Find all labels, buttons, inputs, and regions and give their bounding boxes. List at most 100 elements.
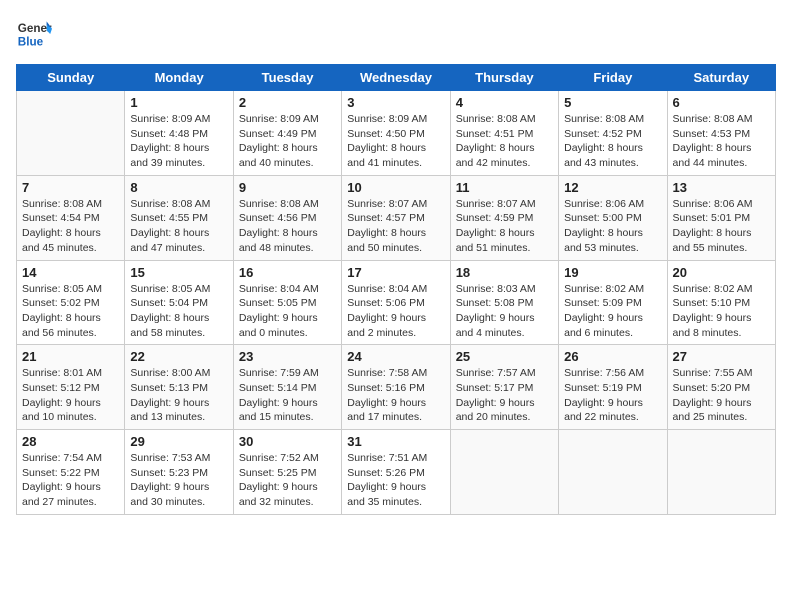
day-info: Sunrise: 7:58 AMSunset: 5:16 PMDaylight:… xyxy=(347,366,444,425)
day-number: 10 xyxy=(347,180,444,195)
header: General Blue xyxy=(16,16,776,52)
day-number: 3 xyxy=(347,95,444,110)
day-number: 15 xyxy=(130,265,227,280)
day-number: 29 xyxy=(130,434,227,449)
day-info: Sunrise: 8:05 AMSunset: 5:02 PMDaylight:… xyxy=(22,282,119,341)
calendar-day-cell: 3 Sunrise: 8:09 AMSunset: 4:50 PMDaylight… xyxy=(342,91,450,176)
day-info: Sunrise: 8:05 AMSunset: 5:04 PMDaylight:… xyxy=(130,282,227,341)
calendar-day-cell: 9Sunrise: 8:08 AMSunset: 4:56 PMDaylight… xyxy=(233,175,341,260)
day-number: 25 xyxy=(456,349,553,364)
day-info: Sunrise: 8:07 AMSunset: 4:57 PMDaylight:… xyxy=(347,197,444,256)
day-number: 30 xyxy=(239,434,336,449)
calendar-day-cell xyxy=(17,91,125,176)
day-number: 18 xyxy=(456,265,553,280)
day-info: Sunrise: 7:57 AMSunset: 5:17 PMDaylight:… xyxy=(456,366,553,425)
day-info: Sunrise: 8:04 AMSunset: 5:05 PMDaylight:… xyxy=(239,282,336,341)
calendar-header-row: SundayMondayTuesdayWednesdayThursdayFrid… xyxy=(17,65,776,91)
calendar-day-cell: 19 Sunrise: 8:02 AMSunset: 5:09 PMDayligh… xyxy=(559,260,667,345)
day-number: 16 xyxy=(239,265,336,280)
calendar-week-row: 7 Sunrise: 8:08 AMSunset: 4:54 PMDaylight… xyxy=(17,175,776,260)
calendar-day-cell: 18 Sunrise: 8:03 AMSunset: 5:08 PMDayligh… xyxy=(450,260,558,345)
day-info: Sunrise: 8:02 AMSunset: 5:09 PMDaylight:… xyxy=(564,282,661,341)
day-number: 1 xyxy=(130,95,227,110)
calendar-table: SundayMondayTuesdayWednesdayThursdayFrid… xyxy=(16,64,776,515)
day-info: Sunrise: 7:59 AMSunset: 5:14 PMDaylight:… xyxy=(239,366,336,425)
calendar-day-cell: 30 Sunrise: 7:52 AMSunset: 5:25 PMDayligh… xyxy=(233,430,341,515)
page-container: General Blue SundayMondayTuesdayWednesda… xyxy=(0,0,792,523)
day-info: Sunrise: 7:52 AMSunset: 5:25 PMDaylight:… xyxy=(239,451,336,510)
day-info: Sunrise: 8:02 AMSunset: 5:10 PMDaylight:… xyxy=(673,282,770,341)
day-number: 5 xyxy=(564,95,661,110)
calendar-day-cell: 17 Sunrise: 8:04 AMSunset: 5:06 PMDayligh… xyxy=(342,260,450,345)
calendar-day-cell: 24 Sunrise: 7:58 AMSunset: 5:16 PMDayligh… xyxy=(342,345,450,430)
day-info: Sunrise: 8:00 AMSunset: 5:13 PMDaylight:… xyxy=(130,366,227,425)
day-info: Sunrise: 8:08 AMSunset: 4:56 PMDaylight:… xyxy=(239,197,336,256)
day-number: 12 xyxy=(564,180,661,195)
calendar-day-cell: 11 Sunrise: 8:07 AMSunset: 4:59 PMDayligh… xyxy=(450,175,558,260)
calendar-day-cell: 5 Sunrise: 8:08 AMSunset: 4:52 PMDaylight… xyxy=(559,91,667,176)
day-info: Sunrise: 8:06 AMSunset: 5:00 PMDaylight:… xyxy=(564,197,661,256)
day-info: Sunrise: 7:54 AMSunset: 5:22 PMDaylight:… xyxy=(22,451,119,510)
day-number: 31 xyxy=(347,434,444,449)
calendar-day-cell: 15 Sunrise: 8:05 AMSunset: 5:04 PMDayligh… xyxy=(125,260,233,345)
day-number: 13 xyxy=(673,180,770,195)
day-number: 23 xyxy=(239,349,336,364)
day-info: Sunrise: 8:08 AMSunset: 4:51 PMDaylight:… xyxy=(456,112,553,171)
calendar-day-cell xyxy=(667,430,775,515)
calendar-day-cell: 8Sunrise: 8:08 AMSunset: 4:55 PMDaylight… xyxy=(125,175,233,260)
day-number: 19 xyxy=(564,265,661,280)
calendar-day-cell xyxy=(450,430,558,515)
day-number: 14 xyxy=(22,265,119,280)
calendar-day-cell: 23 Sunrise: 7:59 AMSunset: 5:14 PMDayligh… xyxy=(233,345,341,430)
day-info: Sunrise: 8:09 AMSunset: 4:50 PMDaylight:… xyxy=(347,112,444,171)
calendar-header-cell: Wednesday xyxy=(342,65,450,91)
calendar-day-cell: 12 Sunrise: 8:06 AMSunset: 5:00 PMDayligh… xyxy=(559,175,667,260)
day-info: Sunrise: 8:08 AMSunset: 4:53 PMDaylight:… xyxy=(673,112,770,171)
day-number: 8 xyxy=(130,180,227,195)
calendar-day-cell: 28Sunrise: 7:54 AMSunset: 5:22 PMDayligh… xyxy=(17,430,125,515)
calendar-day-cell: 20 Sunrise: 8:02 AMSunset: 5:10 PMDayligh… xyxy=(667,260,775,345)
calendar-header-cell: Thursday xyxy=(450,65,558,91)
calendar-week-row: 1 Sunrise: 8:09 AMSunset: 4:48 PMDaylight… xyxy=(17,91,776,176)
calendar-header-cell: Tuesday xyxy=(233,65,341,91)
calendar-day-cell: 4 Sunrise: 8:08 AMSunset: 4:51 PMDaylight… xyxy=(450,91,558,176)
day-info: Sunrise: 8:08 AMSunset: 4:54 PMDaylight:… xyxy=(22,197,119,256)
day-number: 17 xyxy=(347,265,444,280)
logo: General Blue xyxy=(16,16,56,52)
calendar-day-cell: 31 Sunrise: 7:51 AMSunset: 5:26 PMDayligh… xyxy=(342,430,450,515)
calendar-day-cell: 16 Sunrise: 8:04 AMSunset: 5:05 PMDayligh… xyxy=(233,260,341,345)
calendar-day-cell: 6 Sunrise: 8:08 AMSunset: 4:53 PMDaylight… xyxy=(667,91,775,176)
logo-icon: General Blue xyxy=(16,16,52,52)
day-number: 11 xyxy=(456,180,553,195)
day-number: 27 xyxy=(673,349,770,364)
day-number: 6 xyxy=(673,95,770,110)
calendar-day-cell: 10 Sunrise: 8:07 AMSunset: 4:57 PMDayligh… xyxy=(342,175,450,260)
day-number: 7 xyxy=(22,180,119,195)
day-info: Sunrise: 8:04 AMSunset: 5:06 PMDaylight:… xyxy=(347,282,444,341)
calendar-day-cell xyxy=(559,430,667,515)
calendar-day-cell: 7 Sunrise: 8:08 AMSunset: 4:54 PMDaylight… xyxy=(17,175,125,260)
day-info: Sunrise: 8:08 AMSunset: 4:52 PMDaylight:… xyxy=(564,112,661,171)
day-number: 21 xyxy=(22,349,119,364)
calendar-header-cell: Saturday xyxy=(667,65,775,91)
calendar-day-cell: 27 Sunrise: 7:55 AMSunset: 5:20 PMDayligh… xyxy=(667,345,775,430)
day-number: 24 xyxy=(347,349,444,364)
day-info: Sunrise: 8:06 AMSunset: 5:01 PMDaylight:… xyxy=(673,197,770,256)
day-info: Sunrise: 8:09 AMSunset: 4:48 PMDaylight:… xyxy=(130,112,227,171)
day-number: 4 xyxy=(456,95,553,110)
calendar-header-cell: Friday xyxy=(559,65,667,91)
day-info: Sunrise: 8:03 AMSunset: 5:08 PMDaylight:… xyxy=(456,282,553,341)
calendar-header-cell: Sunday xyxy=(17,65,125,91)
day-info: Sunrise: 7:55 AMSunset: 5:20 PMDaylight:… xyxy=(673,366,770,425)
day-number: 20 xyxy=(673,265,770,280)
calendar-day-cell: 25 Sunrise: 7:57 AMSunset: 5:17 PMDayligh… xyxy=(450,345,558,430)
day-number: 2 xyxy=(239,95,336,110)
day-info: Sunrise: 8:07 AMSunset: 4:59 PMDaylight:… xyxy=(456,197,553,256)
calendar-day-cell: 29Sunrise: 7:53 AMSunset: 5:23 PMDayligh… xyxy=(125,430,233,515)
calendar-day-cell: 13 Sunrise: 8:06 AMSunset: 5:01 PMDayligh… xyxy=(667,175,775,260)
calendar-day-cell: 26Sunrise: 7:56 AMSunset: 5:19 PMDayligh… xyxy=(559,345,667,430)
day-info: Sunrise: 7:56 AMSunset: 5:19 PMDaylight:… xyxy=(564,366,661,425)
day-info: Sunrise: 8:01 AMSunset: 5:12 PMDaylight:… xyxy=(22,366,119,425)
day-info: Sunrise: 7:51 AMSunset: 5:26 PMDaylight:… xyxy=(347,451,444,510)
svg-text:Blue: Blue xyxy=(18,36,44,49)
